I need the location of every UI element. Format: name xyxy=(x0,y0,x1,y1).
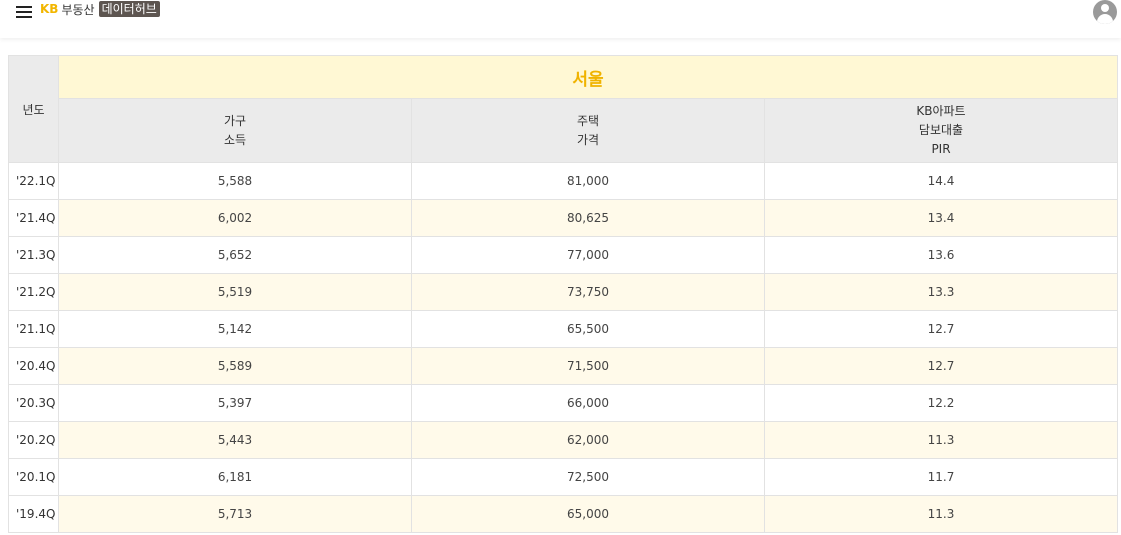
income-cell: 5,397 xyxy=(58,384,412,422)
pir-cell: 11.3 xyxy=(764,421,1118,459)
logo-name: 부동산 xyxy=(61,2,95,17)
user-avatar-icon[interactable] xyxy=(1093,0,1117,24)
column-header-house-price: 주택 가격 xyxy=(411,98,765,163)
column-header-income: 가구 소득 xyxy=(58,98,412,163)
income-cell: 6,002 xyxy=(58,199,412,237)
table-row: '21.2Q 5,519 73,750 13.3 xyxy=(8,273,1118,311)
pir-cell: 12.7 xyxy=(764,310,1118,348)
income-cell: 5,142 xyxy=(58,310,412,348)
pir-cell: 13.6 xyxy=(764,236,1118,274)
pir-table-container: 년도 서울 가구 소득 주택 가격 KB아파트 담보대출 PIR '22.1Q … xyxy=(8,55,1118,533)
year-cell: '22.1Q xyxy=(8,162,59,200)
pir-cell: 12.7 xyxy=(764,347,1118,385)
year-cell: '20.3Q xyxy=(8,384,59,422)
pir-table: 년도 서울 가구 소득 주택 가격 KB아파트 담보대출 PIR '22.1Q … xyxy=(8,55,1118,533)
pir-cell: 13.3 xyxy=(764,273,1118,311)
logo[interactable]: KB 부동산 데이터허브 xyxy=(40,0,160,18)
year-cell: '19.4Q xyxy=(8,495,59,533)
table-row: '20.1Q 6,181 72,500 11.7 xyxy=(8,458,1118,496)
table-row: '21.3Q 5,652 77,000 13.6 xyxy=(8,236,1118,274)
income-cell: 5,519 xyxy=(58,273,412,311)
column-header-pir: KB아파트 담보대출 PIR xyxy=(764,98,1118,163)
top-bar: KB 부동산 데이터허브 xyxy=(0,0,1121,38)
price-cell: 81,000 xyxy=(411,162,765,200)
pir-cell: 11.7 xyxy=(764,458,1118,496)
table-row: '21.1Q 5,142 65,500 12.7 xyxy=(8,310,1118,348)
year-cell: '21.4Q xyxy=(8,199,59,237)
income-cell: 5,588 xyxy=(58,162,412,200)
price-cell: 62,000 xyxy=(411,421,765,459)
price-cell: 80,625 xyxy=(411,199,765,237)
pir-cell: 14.4 xyxy=(764,162,1118,200)
year-cell: '21.3Q xyxy=(8,236,59,274)
year-cell: '21.2Q xyxy=(8,273,59,311)
pir-cell: 12.2 xyxy=(764,384,1118,422)
year-cell: '20.4Q xyxy=(8,347,59,385)
income-cell: 5,713 xyxy=(58,495,412,533)
price-cell: 77,000 xyxy=(411,236,765,274)
price-cell: 65,500 xyxy=(411,310,765,348)
pir-cell: 13.4 xyxy=(764,199,1118,237)
table-row: '20.3Q 5,397 66,000 12.2 xyxy=(8,384,1118,422)
table-row: '22.1Q 5,588 81,000 14.4 xyxy=(8,162,1118,200)
table-row: '20.2Q 5,443 62,000 11.3 xyxy=(8,421,1118,459)
table-row: '20.4Q 5,589 71,500 12.7 xyxy=(8,347,1118,385)
menu-icon[interactable] xyxy=(14,4,34,20)
price-cell: 73,750 xyxy=(411,273,765,311)
year-header: 년도 xyxy=(8,55,59,163)
year-cell: '20.2Q xyxy=(8,421,59,459)
year-cell: '20.1Q xyxy=(8,458,59,496)
income-cell: 5,652 xyxy=(58,236,412,274)
table-row: '19.4Q 5,713 65,000 11.3 xyxy=(8,495,1118,533)
income-cell: 5,443 xyxy=(58,421,412,459)
region-header: 서울 xyxy=(58,55,1118,99)
logo-kb: KB xyxy=(40,2,59,16)
price-cell: 72,500 xyxy=(411,458,765,496)
price-cell: 66,000 xyxy=(411,384,765,422)
price-cell: 65,000 xyxy=(411,495,765,533)
income-cell: 6,181 xyxy=(58,458,412,496)
income-cell: 5,589 xyxy=(58,347,412,385)
pir-cell: 11.3 xyxy=(764,495,1118,533)
price-cell: 71,500 xyxy=(411,347,765,385)
year-cell: '21.1Q xyxy=(8,310,59,348)
logo-badge: 데이터허브 xyxy=(98,1,160,17)
table-row: '21.4Q 6,002 80,625 13.4 xyxy=(8,199,1118,237)
